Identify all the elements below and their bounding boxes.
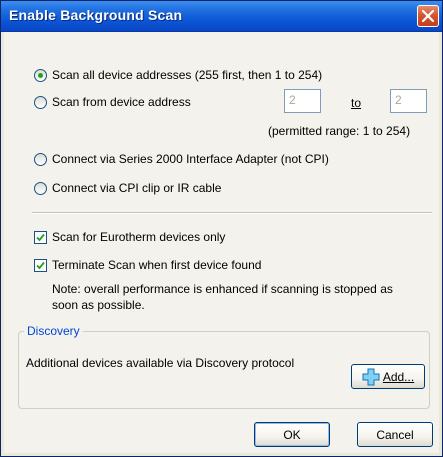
terminate-label: Terminate Scan when first device found bbox=[52, 258, 262, 272]
radio-series2000[interactable]: Connect via Series 2000 Interface Adapte… bbox=[34, 152, 329, 166]
ok-button[interactable]: OK bbox=[254, 422, 330, 447]
scan-all-label: Scan all device addresses (255 first, th… bbox=[52, 68, 323, 82]
add-label: Add... bbox=[382, 369, 415, 384]
plus-icon bbox=[362, 368, 380, 385]
radio-scan-all[interactable]: Scan all device addresses (255 first, th… bbox=[34, 68, 322, 82]
close-button[interactable] bbox=[417, 5, 439, 27]
eurotherm-label: Scan for Eurotherm devices only bbox=[52, 230, 226, 244]
performance-note: Note: overall performance is enhanced if… bbox=[52, 282, 393, 312]
close-icon bbox=[422, 10, 434, 22]
radio-cpi[interactable]: Connect via CPI clip or IR cable bbox=[34, 181, 221, 195]
to-label: to bbox=[351, 96, 362, 110]
cpi-label: Connect via CPI clip or IR cable bbox=[52, 181, 222, 195]
checkbox-eurotherm[interactable]: Scan for Eurotherm devices only bbox=[34, 230, 225, 244]
radio-unselected-icon bbox=[34, 152, 47, 166]
radio-selected-icon bbox=[34, 68, 47, 82]
permitted-range-text: (permitted range: 1 to 254) bbox=[268, 124, 411, 138]
cancel-label: Cancel bbox=[376, 427, 414, 442]
discovery-legend: Discovery bbox=[24, 324, 83, 338]
separator bbox=[32, 212, 432, 214]
add-button[interactable]: Add... bbox=[351, 364, 425, 389]
discovery-text: Additional devices available via Discove… bbox=[26, 356, 295, 370]
radio-unselected-icon bbox=[34, 181, 47, 195]
radio-unselected-icon bbox=[34, 95, 47, 109]
dialog-window: Enable Background Scan Scan all device a… bbox=[0, 0, 443, 457]
checkbox-terminate[interactable]: Terminate Scan when first device found bbox=[34, 258, 261, 272]
radio-scan-from[interactable]: Scan from device address bbox=[34, 95, 191, 109]
series2000-label: Connect via Series 2000 Interface Adapte… bbox=[52, 152, 329, 166]
to-address-field[interactable]: 2 bbox=[390, 89, 427, 113]
from-address-field[interactable]: 2 bbox=[284, 89, 321, 113]
title-bar[interactable]: Enable Background Scan bbox=[1, 1, 442, 32]
scan-from-label: Scan from device address bbox=[52, 95, 191, 109]
cancel-button[interactable]: Cancel bbox=[357, 422, 433, 447]
checkbox-checked-icon bbox=[34, 230, 47, 244]
ok-label: OK bbox=[283, 427, 301, 442]
window-title: Enable Background Scan bbox=[9, 7, 183, 23]
dialog-body: Scan all device addresses (255 first, th… bbox=[4, 32, 439, 453]
checkbox-checked-icon bbox=[34, 258, 47, 272]
